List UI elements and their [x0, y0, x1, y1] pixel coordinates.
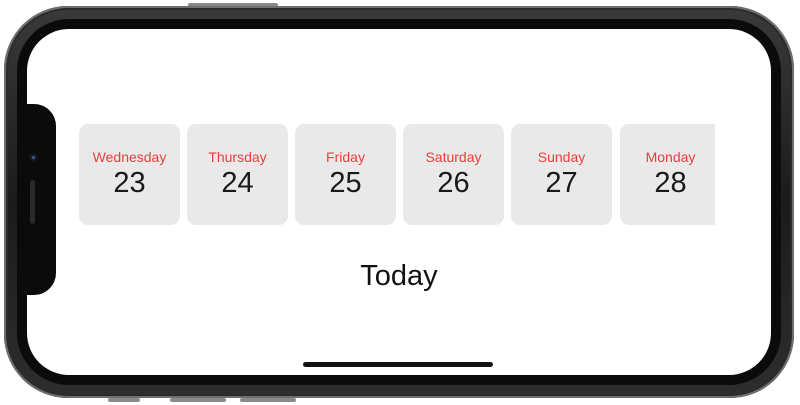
day-name: Sunday: [537, 149, 586, 165]
speaker-grille: [30, 180, 35, 224]
front-camera-icon: [29, 153, 38, 162]
day-cell-friday[interactable]: Friday 25: [295, 124, 396, 225]
day-cell-monday[interactable]: Monday 28: [620, 124, 715, 225]
day-cell-wednesday[interactable]: Wednesday 23: [79, 124, 180, 225]
today-label: Today: [360, 260, 438, 292]
day-cell-thursday[interactable]: Thursday 24: [187, 124, 288, 225]
day-name: Thursday: [208, 149, 267, 165]
day-cell-saturday[interactable]: Saturday 26: [403, 124, 504, 225]
day-number: 26: [437, 167, 470, 199]
day-picker[interactable]: Wednesday 23 Thursday 24 Friday 25 Satur…: [79, 124, 715, 225]
day-cell-sunday[interactable]: Sunday 27: [511, 124, 612, 225]
device-mockup: Wednesday 23 Thursday 24 Friday 25 Satur…: [0, 0, 800, 405]
day-name: Saturday: [425, 149, 482, 165]
day-name: Monday: [645, 149, 696, 165]
volume-button-1: [108, 398, 140, 402]
day-number: 24: [221, 167, 254, 199]
home-indicator[interactable]: [303, 362, 493, 367]
day-number: 25: [329, 167, 362, 199]
day-name: Wednesday: [92, 149, 167, 165]
app-screen: Wednesday 23 Thursday 24 Friday 25 Satur…: [27, 29, 771, 375]
day-number: 28: [654, 167, 687, 199]
day-name: Friday: [326, 149, 365, 165]
day-number: 27: [545, 167, 578, 199]
phone-frame: Wednesday 23 Thursday 24 Friday 25 Satur…: [4, 6, 794, 398]
volume-button-3: [240, 398, 296, 402]
volume-button-2: [170, 398, 226, 402]
phone-bezel: Wednesday 23 Thursday 24 Friday 25 Satur…: [17, 19, 781, 385]
day-number: 23: [113, 167, 146, 199]
